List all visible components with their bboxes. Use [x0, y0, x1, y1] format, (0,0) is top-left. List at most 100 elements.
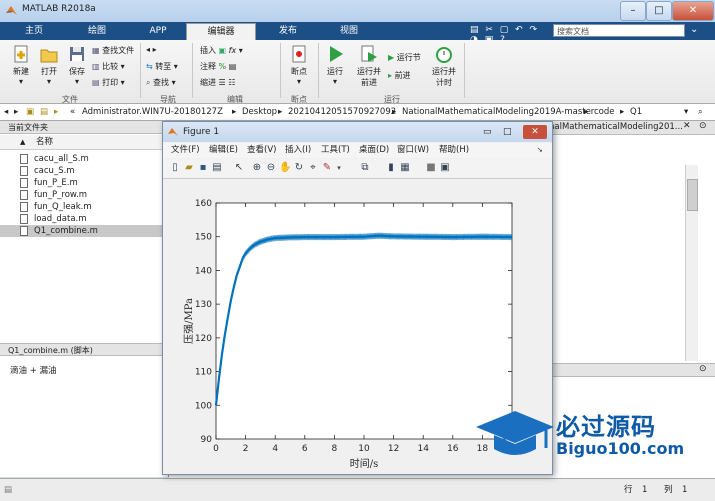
file-item[interactable]: load_data.m — [0, 213, 168, 225]
path-dropdown-icon[interactable]: ▾ — [684, 104, 688, 120]
tab-view[interactable]: 视图 — [320, 23, 378, 40]
forward-icon: ▸ — [152, 45, 157, 54]
file-item[interactable]: fun_P_row.m — [0, 189, 168, 201]
path-segment-code[interactable]: code — [594, 104, 615, 120]
m-file-icon — [20, 190, 28, 200]
file-item[interactable]: cacu_all_S.m — [0, 153, 168, 165]
save-button[interactable]: 保存 ▾ — [64, 44, 90, 86]
rotate-3d-icon[interactable]: ↻ — [293, 162, 305, 174]
brush-icon[interactable]: ✎ — [321, 162, 333, 174]
goto-button[interactable]: ⇆ 转至 ▾ — [146, 61, 178, 72]
file-item[interactable]: cacu_S.m — [0, 165, 168, 177]
file-item[interactable]: fun_Q_leak.m — [0, 201, 168, 213]
run-and-time-button[interactable]: 运行并 计时 — [428, 44, 460, 88]
expand-icon[interactable]: ⌄ — [690, 24, 698, 35]
show-plot-tools-icon[interactable]: ▣ — [439, 162, 451, 174]
figure-minimize-button[interactable]: ▭ — [483, 122, 492, 142]
y-tick-label: 110 — [195, 368, 212, 378]
address-search-icon[interactable]: ⌕ — [698, 104, 703, 120]
print-button[interactable]: ▤ 打印 ▾ — [92, 77, 125, 88]
tab-publish[interactable]: 发布 — [256, 23, 320, 40]
new-figure-icon[interactable]: ▯ — [169, 162, 181, 174]
zoom-out-icon[interactable]: ⊖ — [265, 162, 277, 174]
path-segment-q1[interactable]: Q1 — [630, 104, 642, 120]
command-menu-icon[interactable]: ⊙ — [699, 364, 707, 374]
menu-view[interactable]: 查看(V) — [247, 143, 276, 158]
breakpoints-button[interactable]: 断点 ▾ — [284, 44, 314, 86]
hide-plot-tools-icon[interactable]: ■ — [425, 162, 437, 174]
editor-menu-icon[interactable]: ⊙ — [699, 121, 707, 131]
window-title: MATLAB R2018a — [22, 4, 96, 14]
nav-arrows[interactable]: ◂ ▸ — [146, 45, 157, 54]
file-item-selected[interactable]: Q1_combine.m — [0, 225, 168, 237]
new-button[interactable]: 新建 ▾ — [8, 44, 34, 86]
pan-icon[interactable]: ✋ — [279, 162, 291, 174]
legend-icon[interactable]: ▦ — [399, 162, 411, 174]
path-segment-user[interactable]: Administrator.WIN7U-20180127Z — [82, 104, 223, 120]
file-item[interactable]: fun_P_E.m — [0, 177, 168, 189]
editor-scrollbar[interactable] — [685, 165, 698, 361]
link-plot-icon[interactable]: ⧉ — [359, 162, 371, 174]
save-figure-icon[interactable]: ▪ — [197, 162, 209, 174]
colorbar-icon[interactable]: ▮ — [385, 162, 397, 174]
menu-dock-icon[interactable]: ➘ — [537, 143, 543, 158]
quick-access-toolbar[interactable]: ▤ ✂ ▢ ↶ ↷ ◑ ▣ ? — [470, 25, 548, 45]
run-and-advance-button[interactable]: 运行并 前进 — [352, 44, 386, 88]
menu-insert[interactable]: 插入(I) — [285, 143, 311, 158]
menu-window[interactable]: 窗口(W) — [397, 143, 429, 158]
minimize-button[interactable]: – — [620, 1, 646, 21]
path-segment-repo[interactable]: NationalMathematicalModeling2019A-master — [402, 104, 594, 120]
figure-maximize-button[interactable]: □ — [503, 122, 512, 142]
edit-plot-icon[interactable]: ↖ — [233, 162, 245, 174]
print-figure-icon[interactable]: ▤ — [211, 162, 223, 174]
menu-desktop[interactable]: 桌面(D) — [359, 143, 389, 158]
forward-arrow-icon[interactable]: ▸ — [14, 104, 18, 120]
menu-edit[interactable]: 编辑(E) — [209, 143, 238, 158]
x-tick-label: 10 — [358, 444, 370, 454]
path-segment-overflow[interactable]: « — [70, 104, 75, 120]
address-bar[interactable]: ◂ ▸ ▣ ▤ ▸ « Administrator.WIN7U-20180127… — [0, 104, 715, 121]
figure-close-button[interactable]: ✕ — [523, 125, 547, 139]
m-file-icon — [20, 166, 28, 176]
find-button[interactable]: ⌕ 查找 ▾ — [146, 77, 176, 88]
y-tick-label: 90 — [201, 435, 213, 445]
compare-button[interactable]: ▥ 比较 ▾ — [92, 61, 125, 72]
find-files-button[interactable]: ▦ 查找文件 — [92, 45, 134, 56]
tab-editor[interactable]: 编辑器 — [186, 23, 256, 41]
tab-home[interactable]: 主页 — [4, 23, 64, 40]
path-segment-desktop[interactable]: Desktop — [242, 104, 277, 120]
back-arrow-icon[interactable]: ◂ — [4, 104, 8, 120]
open-button[interactable]: 打开 ▾ — [36, 44, 62, 86]
tab-plots[interactable]: 绘图 — [64, 23, 130, 40]
file-list-header[interactable]: ▲ 名称 — [0, 135, 168, 150]
indent-button[interactable]: 缩进 ☰ ☷ — [200, 77, 235, 88]
advance-button[interactable]: ▸ 前进 — [388, 70, 411, 81]
data-cursor-icon[interactable]: ⌖ — [307, 162, 319, 174]
up-folder-icon[interactable]: ▣ — [26, 104, 34, 120]
folder-open-icon — [40, 49, 58, 63]
zoom-in-icon[interactable]: ⊕ — [251, 162, 263, 174]
menu-file[interactable]: 文件(F) — [171, 143, 200, 158]
menu-help[interactable]: 帮助(H) — [439, 143, 469, 158]
run-section-button[interactable]: ▶ 运行节 — [388, 52, 421, 63]
close-button[interactable]: ✕ — [672, 1, 714, 21]
brush-dropdown-icon[interactable]: ▾ — [333, 162, 345, 174]
browse-folder-icon[interactable]: ▤ — [40, 104, 48, 120]
scrollbar-thumb[interactable] — [687, 179, 698, 211]
menu-tools[interactable]: 工具(T) — [321, 143, 350, 158]
open-file-icon[interactable]: ▰ — [183, 162, 195, 174]
search-input[interactable]: 搜索文档 — [553, 24, 685, 37]
run-button[interactable]: 运行 ▾ — [322, 44, 348, 86]
tab-apps[interactable]: APP — [130, 23, 186, 40]
details-description: 滴油 + 漏油 — [10, 366, 57, 376]
percent-icon: % — [218, 62, 227, 71]
file-name: fun_P_row.m — [34, 190, 88, 200]
find-icon: ⌕ — [146, 78, 151, 87]
run-section-icon: ▶ — [388, 53, 395, 62]
comment-button[interactable]: 注释 % ▤ — [200, 61, 236, 72]
maximize-button[interactable]: □ — [646, 1, 672, 21]
editor-close-icon[interactable]: ✕ — [683, 121, 691, 131]
m-file-icon — [20, 214, 28, 224]
insert-button[interactable]: 插入 ▣ fx ▾ — [200, 45, 243, 56]
path-segment-project[interactable]: 20210412051570927092 — [288, 104, 396, 120]
